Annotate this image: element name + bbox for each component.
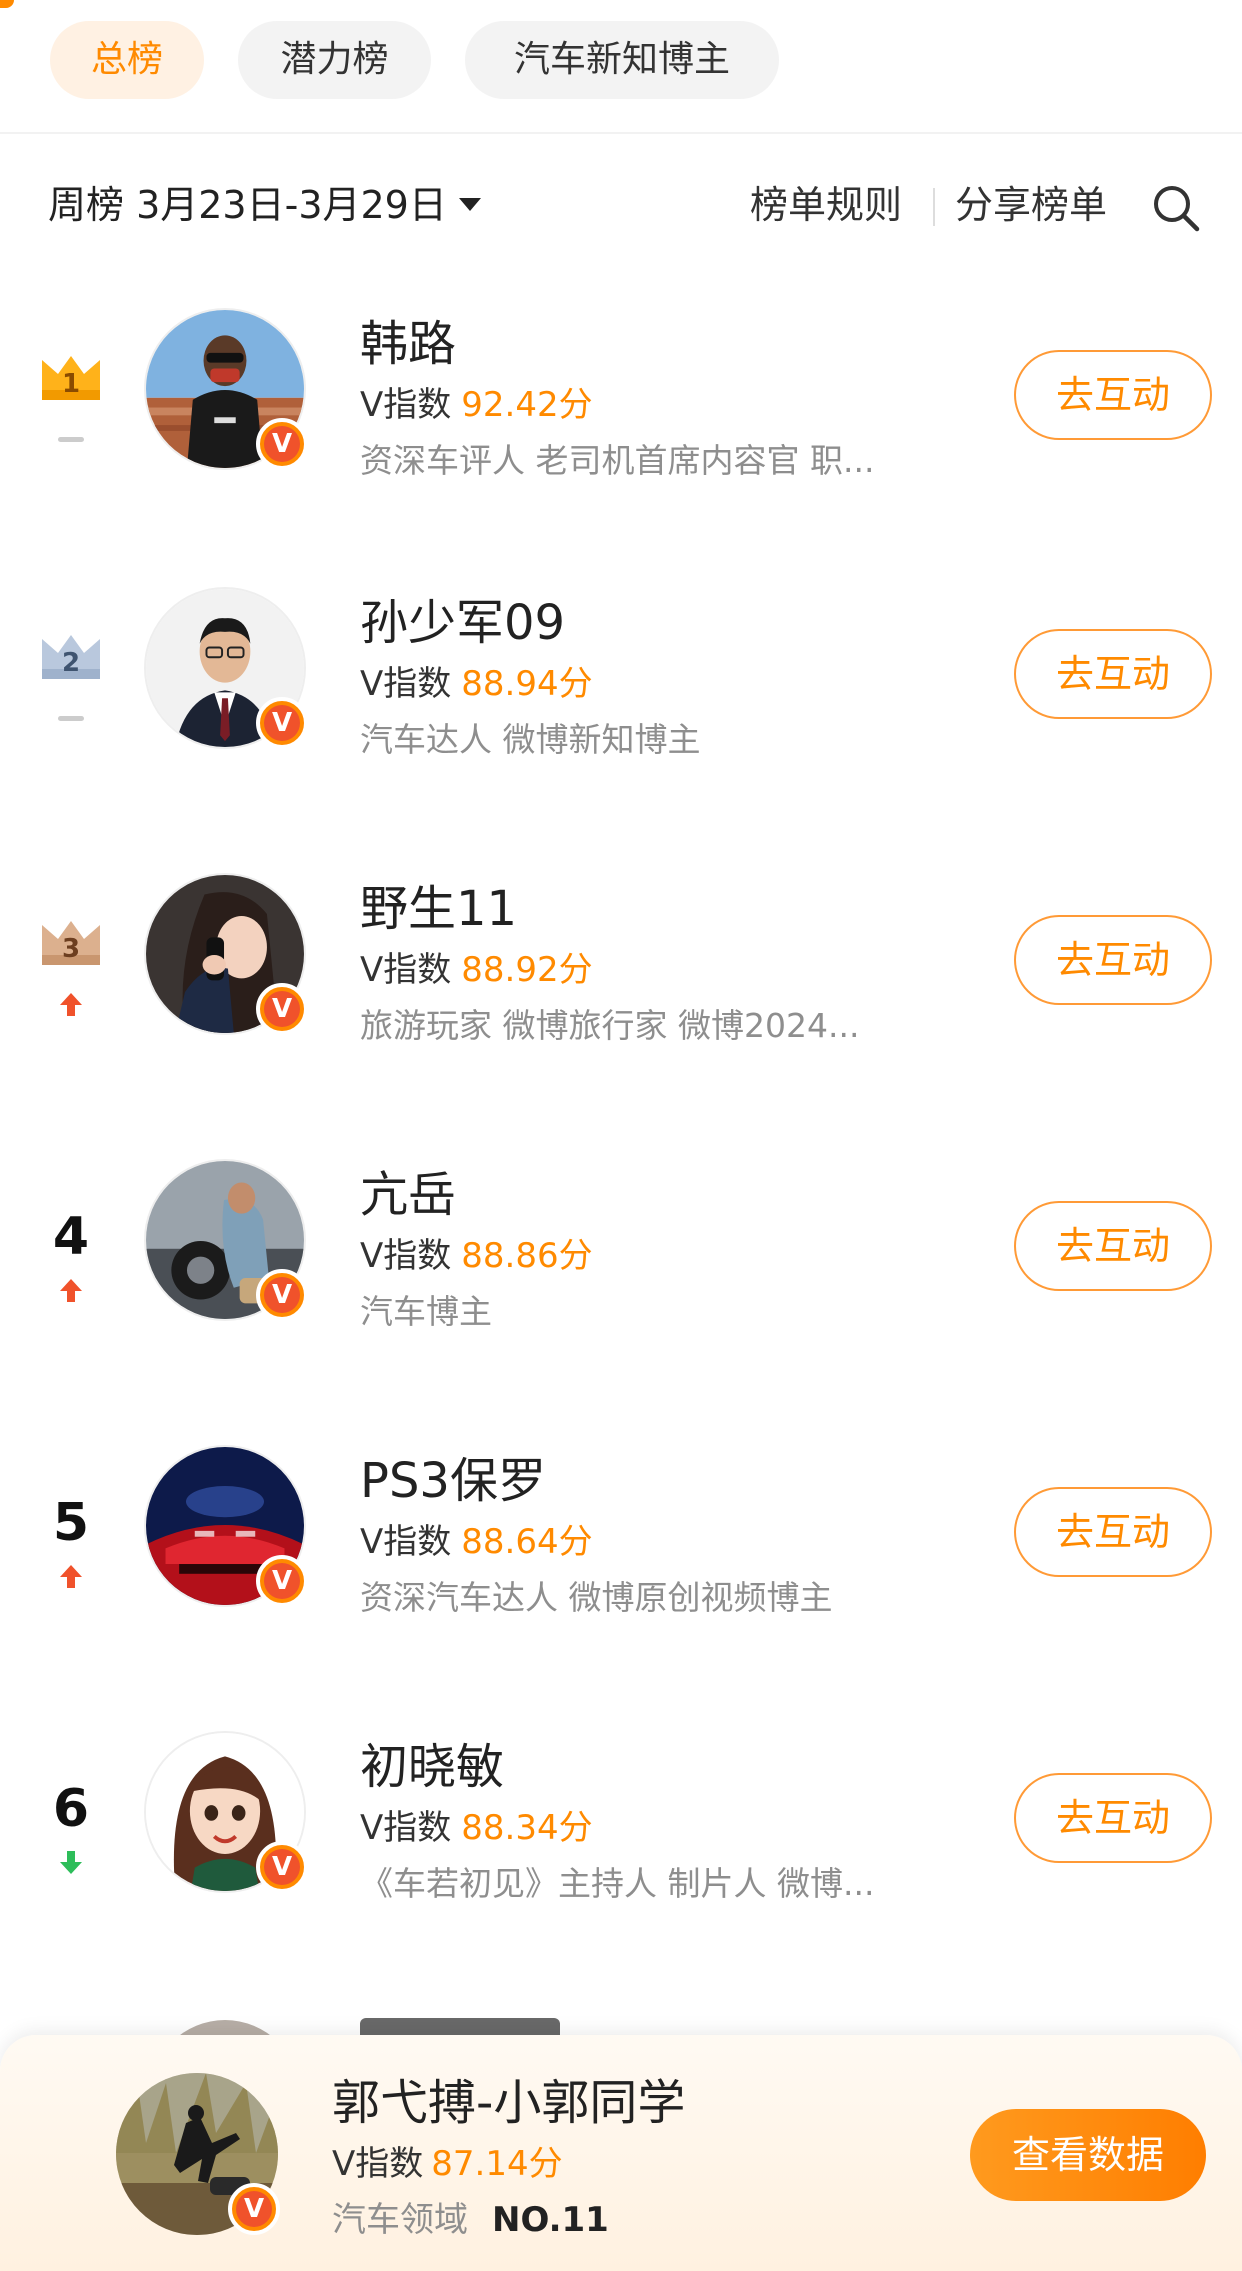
tab-overall[interactable]: 总榜 bbox=[50, 21, 204, 99]
rank-row-3[interactable]: 3 V 野生11 V指数 88.92分 旅游玩家 微博旅行家 微博2024... … bbox=[0, 855, 1242, 1140]
interact-button[interactable]: 去互动 bbox=[1014, 1487, 1212, 1577]
score-line: V指数 88.92分 bbox=[360, 947, 593, 993]
caret-down-icon bbox=[458, 198, 481, 211]
blogger-description: 旅游玩家 微博旅行家 微博2024... bbox=[360, 1006, 860, 1045]
score-prefix: V指数 bbox=[360, 385, 452, 425]
score-value: 88.64分 bbox=[461, 1522, 593, 1562]
blogger-name[interactable]: PS3保罗 bbox=[360, 1449, 546, 1513]
score-prefix: V指数 bbox=[360, 1236, 452, 1276]
verified-badge-icon: V bbox=[256, 1841, 308, 1893]
trend-up-icon bbox=[60, 993, 82, 1016]
score-prefix: V指数 bbox=[360, 1808, 452, 1848]
gold-crown-icon: 1 bbox=[42, 356, 100, 400]
my-score-line: V指数 87.14分 bbox=[332, 2141, 563, 2187]
interact-button[interactable]: 去互动 bbox=[1014, 350, 1212, 440]
rank-number: 2 bbox=[62, 648, 80, 678]
blogger-name[interactable]: 孙少军09 bbox=[360, 591, 565, 655]
silver-crown-icon: 2 bbox=[42, 635, 100, 679]
blogger-description: 汽车达人 微博新知博主 bbox=[360, 720, 701, 759]
next-row-peek bbox=[0, 2000, 1242, 2040]
share-link[interactable]: 分享榜单 bbox=[955, 180, 1107, 230]
blogger-name[interactable]: 亢岳 bbox=[360, 1163, 456, 1227]
my-name[interactable]: 郭弋搏-小郭同学 bbox=[332, 2071, 685, 2135]
verified-badge-icon: V bbox=[256, 697, 308, 749]
filter-bar: 周榜 3月23日-3月29日 榜单规则 分享榜单 bbox=[0, 160, 1242, 250]
verified-badge-icon: V bbox=[256, 983, 308, 1035]
my-score-value: 87.14分 bbox=[431, 2144, 563, 2184]
my-field-line: 汽车领域 NO.11 bbox=[332, 2197, 609, 2243]
rank-number: 5 bbox=[52, 1493, 90, 1553]
rank-number: 4 bbox=[52, 1207, 90, 1267]
score-line: V指数 88.86分 bbox=[360, 1233, 593, 1279]
my-field: 汽车领域 bbox=[332, 2200, 468, 2240]
blogger-description: 资深车评人 老司机首席内容官 职... bbox=[360, 441, 875, 480]
trend-same-icon bbox=[58, 716, 84, 721]
rank-row-1[interactable]: 1 V 韩路 V指数 92.42分 资深车评人 老司机首席内容官 职... 去互动 bbox=[0, 290, 1242, 575]
score-value: 88.92分 bbox=[461, 950, 593, 990]
tab-auto-knowledge[interactable]: 汽车新知博主 bbox=[465, 21, 779, 99]
rank-row-2[interactable]: 2 V 孙少军09 V指数 88.94分 汽车达人 微博新知博主 去互动 bbox=[0, 569, 1242, 854]
rank-row-4[interactable]: 4 V 亢岳 V指数 88.86分 汽车博主 去互动 bbox=[0, 1141, 1242, 1426]
trend-up-icon bbox=[60, 1565, 82, 1588]
score-value: 88.94分 bbox=[461, 664, 593, 704]
interact-button[interactable]: 去互动 bbox=[1014, 1201, 1212, 1291]
my-rank: NO.11 bbox=[492, 2200, 609, 2240]
trend-down-icon bbox=[60, 1851, 82, 1874]
verified-badge-icon: V bbox=[256, 418, 308, 470]
rank-number: 1 bbox=[62, 369, 80, 399]
rank-number: 3 bbox=[62, 934, 80, 964]
verified-badge-icon: V bbox=[228, 2183, 280, 2235]
score-line: V指数 88.64分 bbox=[360, 1519, 593, 1565]
interact-button[interactable]: 去互动 bbox=[1014, 629, 1212, 719]
rank-row-6[interactable]: 6 V 初晓敏 V指数 88.34分 《车若初见》主持人 制片人 微博... 去互… bbox=[0, 1713, 1242, 1998]
score-line: V指数 88.34分 bbox=[360, 1805, 593, 1851]
verified-badge-icon: V bbox=[256, 1269, 308, 1321]
interact-button[interactable]: 去互动 bbox=[1014, 1773, 1212, 1863]
trend-up-icon bbox=[60, 1279, 82, 1302]
score-prefix: V指数 bbox=[332, 2144, 424, 2184]
rules-link[interactable]: 榜单规则 bbox=[750, 180, 902, 230]
rank-number: 6 bbox=[52, 1779, 90, 1839]
period-selector[interactable]: 周榜 3月23日-3月29日 bbox=[48, 180, 481, 230]
verified-badge-icon: V bbox=[256, 1555, 308, 1607]
search-icon[interactable] bbox=[1150, 182, 1202, 234]
interact-button[interactable]: 去互动 bbox=[1014, 915, 1212, 1005]
score-value: 88.86分 bbox=[461, 1236, 593, 1276]
period-label: 周榜 3月23日-3月29日 bbox=[48, 183, 447, 227]
score-prefix: V指数 bbox=[360, 1522, 452, 1562]
blogger-description: 资深汽车达人 微博原创视频博主 bbox=[360, 1578, 833, 1617]
my-rank-card: V 郭弋搏-小郭同学 V指数 87.14分 汽车领域 NO.11 查看数据 bbox=[0, 2035, 1242, 2271]
top-tabs: 总榜 潜力榜 汽车新知博主 bbox=[0, 0, 1242, 134]
corner-accent bbox=[0, 0, 14, 8]
divider bbox=[933, 188, 935, 226]
blogger-description: 《车若初见》主持人 制片人 微博... bbox=[360, 1864, 875, 1903]
score-value: 92.42分 bbox=[461, 385, 593, 425]
score-prefix: V指数 bbox=[360, 664, 452, 704]
blogger-description: 汽车博主 bbox=[360, 1292, 492, 1331]
score-value: 88.34分 bbox=[461, 1808, 593, 1848]
score-prefix: V指数 bbox=[360, 950, 452, 990]
score-line: V指数 92.42分 bbox=[360, 382, 593, 428]
blogger-name[interactable]: 野生11 bbox=[360, 877, 517, 941]
rank-row-5[interactable]: 5 V PS3保罗 V指数 88.64分 资深汽车达人 微博原创视频博主 去互动 bbox=[0, 1427, 1242, 1712]
view-data-button[interactable]: 查看数据 bbox=[970, 2109, 1206, 2201]
bronze-crown-icon: 3 bbox=[42, 921, 100, 965]
blogger-name[interactable]: 韩路 bbox=[360, 312, 456, 376]
blogger-name[interactable]: 初晓敏 bbox=[360, 1735, 504, 1799]
tab-potential[interactable]: 潜力榜 bbox=[238, 21, 431, 99]
trend-same-icon bbox=[58, 437, 84, 442]
score-line: V指数 88.94分 bbox=[360, 661, 593, 707]
